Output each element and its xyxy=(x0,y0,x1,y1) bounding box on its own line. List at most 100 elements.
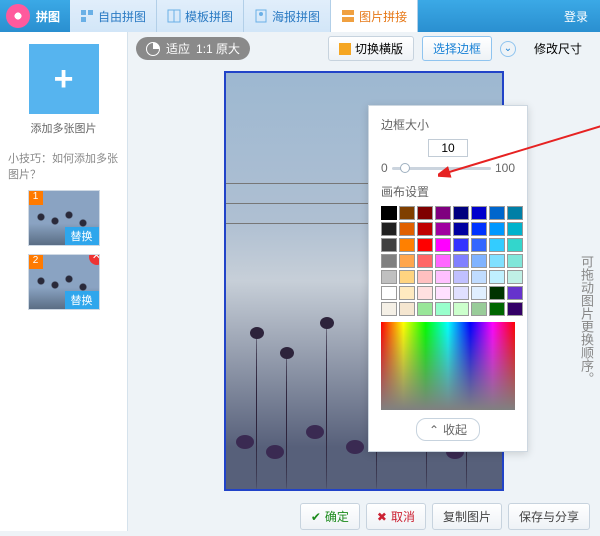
collapse-button[interactable]: ⌃收起 xyxy=(416,418,480,441)
color-swatch[interactable] xyxy=(453,238,469,252)
color-swatch[interactable] xyxy=(435,222,451,236)
color-swatch[interactable] xyxy=(417,270,433,284)
fit-label: 适应 xyxy=(166,40,190,57)
color-swatch[interactable] xyxy=(399,286,415,300)
color-swatch[interactable] xyxy=(471,254,487,268)
tip-link[interactable]: 小技巧：如何添加多张图片？ xyxy=(8,150,119,182)
color-swatch[interactable] xyxy=(471,206,487,220)
color-swatch[interactable] xyxy=(453,270,469,284)
color-swatch[interactable] xyxy=(507,270,523,284)
color-swatch[interactable] xyxy=(507,254,523,268)
tab-free[interactable]: 自由拼图 xyxy=(70,0,157,32)
color-swatch[interactable] xyxy=(489,302,505,316)
color-swatch[interactable] xyxy=(471,222,487,236)
replace-button[interactable]: 替换 xyxy=(65,291,99,309)
color-swatch[interactable] xyxy=(507,222,523,236)
tab-poster[interactable]: 海报拼图 xyxy=(244,0,331,32)
sidebar: + 添加多张图片 小技巧：如何添加多张图片？ 1 替换 2 ✕ 替换 xyxy=(0,32,128,531)
tab-template[interactable]: 模板拼图 xyxy=(157,0,244,32)
thumb-index: 2 xyxy=(29,255,43,269)
color-swatch[interactable] xyxy=(453,254,469,268)
tab-label: 模板拼图 xyxy=(185,8,233,25)
titlebar: 拼图 自由拼图 模板拼图 海报拼图 图片拼接 登录 xyxy=(0,0,600,32)
slider-handle[interactable] xyxy=(400,163,410,173)
login-link[interactable]: 登录 xyxy=(564,8,588,25)
color-swatch[interactable] xyxy=(489,222,505,236)
color-swatch[interactable] xyxy=(489,254,505,268)
color-swatch[interactable] xyxy=(471,286,487,300)
color-swatch[interactable] xyxy=(417,254,433,268)
color-swatch[interactable] xyxy=(381,238,397,252)
color-swatch[interactable] xyxy=(453,222,469,236)
color-swatch[interactable] xyxy=(417,222,433,236)
add-label: 添加多张图片 xyxy=(31,120,97,136)
color-swatch[interactable] xyxy=(507,286,523,300)
ok-button[interactable]: ✔确定 xyxy=(300,503,360,530)
color-swatch[interactable] xyxy=(435,286,451,300)
color-swatch[interactable] xyxy=(381,270,397,284)
color-swatch[interactable] xyxy=(381,222,397,236)
color-swatch[interactable] xyxy=(489,238,505,252)
color-swatch[interactable] xyxy=(435,206,451,220)
color-swatch[interactable] xyxy=(435,270,451,284)
color-swatch[interactable] xyxy=(381,302,397,316)
x-icon: ✖ xyxy=(377,510,387,524)
color-gradient-picker[interactable] xyxy=(381,322,515,410)
delete-button[interactable]: ✕ xyxy=(89,254,100,265)
tab-label: 图片拼接 xyxy=(359,8,407,25)
color-swatch[interactable] xyxy=(417,286,433,300)
color-swatch[interactable] xyxy=(417,302,433,316)
color-swatch[interactable] xyxy=(453,302,469,316)
color-swatch[interactable] xyxy=(435,238,451,252)
color-swatch[interactable] xyxy=(471,238,487,252)
color-swatch[interactable] xyxy=(399,238,415,252)
color-swatch[interactable] xyxy=(381,206,397,220)
cancel-button[interactable]: ✖取消 xyxy=(366,503,426,530)
color-swatch[interactable] xyxy=(399,254,415,268)
thumb-2[interactable]: 2 ✕ 替换 xyxy=(28,254,100,310)
select-border-button[interactable]: 选择边框 xyxy=(422,36,492,61)
color-swatch[interactable] xyxy=(417,206,433,220)
color-swatch[interactable] xyxy=(435,254,451,268)
color-swatch[interactable] xyxy=(417,238,433,252)
border-size-input[interactable] xyxy=(428,139,468,157)
color-swatch[interactable] xyxy=(435,302,451,316)
color-swatch[interactable] xyxy=(381,254,397,268)
color-swatch[interactable] xyxy=(489,286,505,300)
color-swatch[interactable] xyxy=(399,222,415,236)
color-swatch[interactable] xyxy=(381,286,397,300)
thumb-1[interactable]: 1 替换 xyxy=(28,190,100,246)
copy-button[interactable]: 复制图片 xyxy=(432,503,502,530)
chevron-up-icon: ⌃ xyxy=(429,423,439,437)
switch-orientation-button[interactable]: 切换横版 xyxy=(328,36,414,61)
color-swatch[interactable] xyxy=(471,302,487,316)
tab-splice[interactable]: 图片拼接 xyxy=(331,0,418,32)
color-swatch[interactable] xyxy=(453,286,469,300)
color-swatch[interactable] xyxy=(471,270,487,284)
resize-button[interactable]: 修改尺寸 xyxy=(524,37,592,60)
border-slider[interactable] xyxy=(392,161,491,175)
color-swatch[interactable] xyxy=(507,302,523,316)
save-button[interactable]: 保存与分享 xyxy=(508,503,590,530)
tabs: 自由拼图 模板拼图 海报拼图 图片拼接 xyxy=(70,0,564,32)
color-swatch[interactable] xyxy=(489,270,505,284)
color-swatch[interactable] xyxy=(399,302,415,316)
switch-label: 切换横版 xyxy=(355,40,403,57)
app-logo-icon xyxy=(6,4,30,28)
color-swatch[interactable] xyxy=(507,206,523,220)
splice-icon xyxy=(341,9,355,23)
slider-max: 100 xyxy=(495,161,515,175)
color-swatch[interactable] xyxy=(489,206,505,220)
color-swatch[interactable] xyxy=(399,270,415,284)
app-title: 拼图 xyxy=(36,8,60,25)
zoom-pill[interactable]: 适应 1:1 原大 xyxy=(136,37,250,60)
replace-button[interactable]: 替换 xyxy=(65,227,99,245)
resize-label: 修改尺寸 xyxy=(534,40,582,57)
add-images-button[interactable]: + xyxy=(29,44,99,114)
border-dropdown-icon[interactable]: ⌄ xyxy=(500,41,516,57)
color-swatch[interactable] xyxy=(453,206,469,220)
color-swatch[interactable] xyxy=(507,238,523,252)
color-swatch[interactable] xyxy=(399,206,415,220)
border-label: 选择边框 xyxy=(433,40,481,57)
border-size-label: 边框大小 xyxy=(381,116,515,133)
